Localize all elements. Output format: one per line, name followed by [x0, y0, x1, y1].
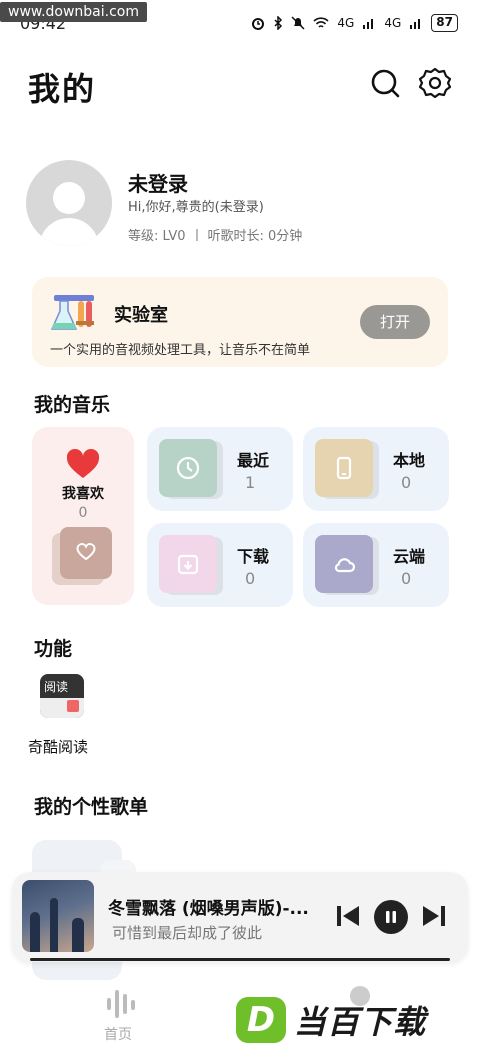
previous-icon[interactable] [334, 902, 362, 930]
battery-indicator: 87 [431, 14, 458, 32]
cloud-tile[interactable]: 云端 0 [303, 523, 449, 607]
reader-app-icon[interactable]: 阅读 [40, 674, 84, 718]
favorites-cover [60, 527, 112, 579]
functions-title: 功能 [34, 638, 73, 660]
cloud-icon [334, 558, 356, 573]
phone-icon [336, 456, 352, 480]
home-waveform-icon[interactable] [104, 988, 138, 1018]
lab-card[interactable]: 实验室 一个实用的音视频处理工具，让音乐不在简单 打开 [32, 277, 448, 367]
recent-cover [159, 439, 217, 497]
status-icons: 4G 4G 87 [251, 14, 458, 32]
brand-logo: D 当百下载 [236, 994, 426, 1046]
nav-home-label[interactable]: 首页 [104, 1024, 132, 1044]
local-label: 本地 [393, 451, 426, 470]
search-icon[interactable] [368, 66, 402, 100]
avatar[interactable] [26, 160, 112, 246]
flask-icon [50, 295, 94, 330]
lab-open-button[interactable]: 打开 [360, 305, 430, 339]
cloud-cover [315, 535, 373, 593]
brand-letter: D [236, 997, 286, 1043]
signal-icon-2 [410, 19, 421, 29]
clock-icon [176, 456, 200, 480]
favorites-count: 0 [78, 505, 88, 521]
lab-description: 一个实用的音视频处理工具，让音乐不在简单 [50, 343, 311, 358]
local-tile[interactable]: 本地 0 [303, 427, 449, 511]
user-stats: 等级: LV0 听歌时长: 0分钟 [128, 225, 302, 244]
status-bar: 09:42 www.downbai.com 4G 4G 87 [0, 0, 480, 40]
signal-icon [363, 19, 374, 29]
divider [195, 228, 198, 241]
recent-tile[interactable]: 最近 1 [147, 427, 293, 511]
next-icon[interactable] [420, 902, 448, 930]
cloud-label: 云端 [393, 547, 426, 566]
download-icon [177, 554, 199, 575]
heart-outline-icon [76, 543, 96, 561]
brand-text: 当百下载 [294, 1003, 427, 1041]
greeting-text: Hi,你好,尊贵的(未登录) [128, 200, 264, 215]
gear-icon[interactable] [418, 66, 452, 100]
watermark: www.downbai.com [0, 2, 147, 22]
recent-count: 1 [245, 473, 256, 492]
heart-icon [66, 449, 100, 478]
listen-time-text: 听歌时长: 0分钟 [207, 229, 303, 244]
my-music-title: 我的音乐 [34, 394, 111, 416]
downloads-label: 下载 [237, 547, 270, 566]
bluetooth-icon [274, 16, 283, 30]
local-cover [315, 439, 373, 497]
page-title: 我的 [28, 70, 97, 108]
wifi-icon [313, 17, 329, 28]
reader-app-label[interactable]: 奇酷阅读 [28, 736, 88, 757]
song-title: 冬雪飘落 (烟嗓男声版)-... [108, 899, 309, 919]
alarm-icon [252, 18, 265, 30]
reader-icon-text: 阅读 [44, 680, 69, 694]
username[interactable]: 未登录 [128, 168, 188, 197]
playlists-title: 我的个性歌单 [34, 796, 149, 818]
favorites-tile[interactable]: 我喜欢 0 [32, 427, 134, 605]
downloads-count: 0 [245, 569, 256, 588]
network-label-2: 4G [384, 16, 402, 30]
mini-player[interactable]: 冬雪飘落 (烟嗓男声版)-... 可惜到最后却成了彼此 [12, 872, 468, 962]
favorites-label: 我喜欢 [62, 486, 104, 502]
playback-progress[interactable] [30, 958, 450, 961]
downloads-cover [159, 535, 217, 593]
recent-label: 最近 [237, 451, 270, 470]
song-lyric: 可惜到最后却成了彼此 [112, 924, 263, 942]
album-art[interactable] [22, 880, 94, 952]
local-count: 0 [401, 473, 412, 492]
level-text: 等级: LV0 [128, 229, 186, 244]
pause-icon [386, 911, 396, 923]
downloads-tile[interactable]: 下载 0 [147, 523, 293, 607]
cloud-count: 0 [401, 569, 412, 588]
pause-button[interactable] [374, 900, 408, 934]
mute-icon [291, 16, 305, 30]
lab-title: 实验室 [114, 305, 168, 326]
network-label: 4G [337, 16, 355, 30]
